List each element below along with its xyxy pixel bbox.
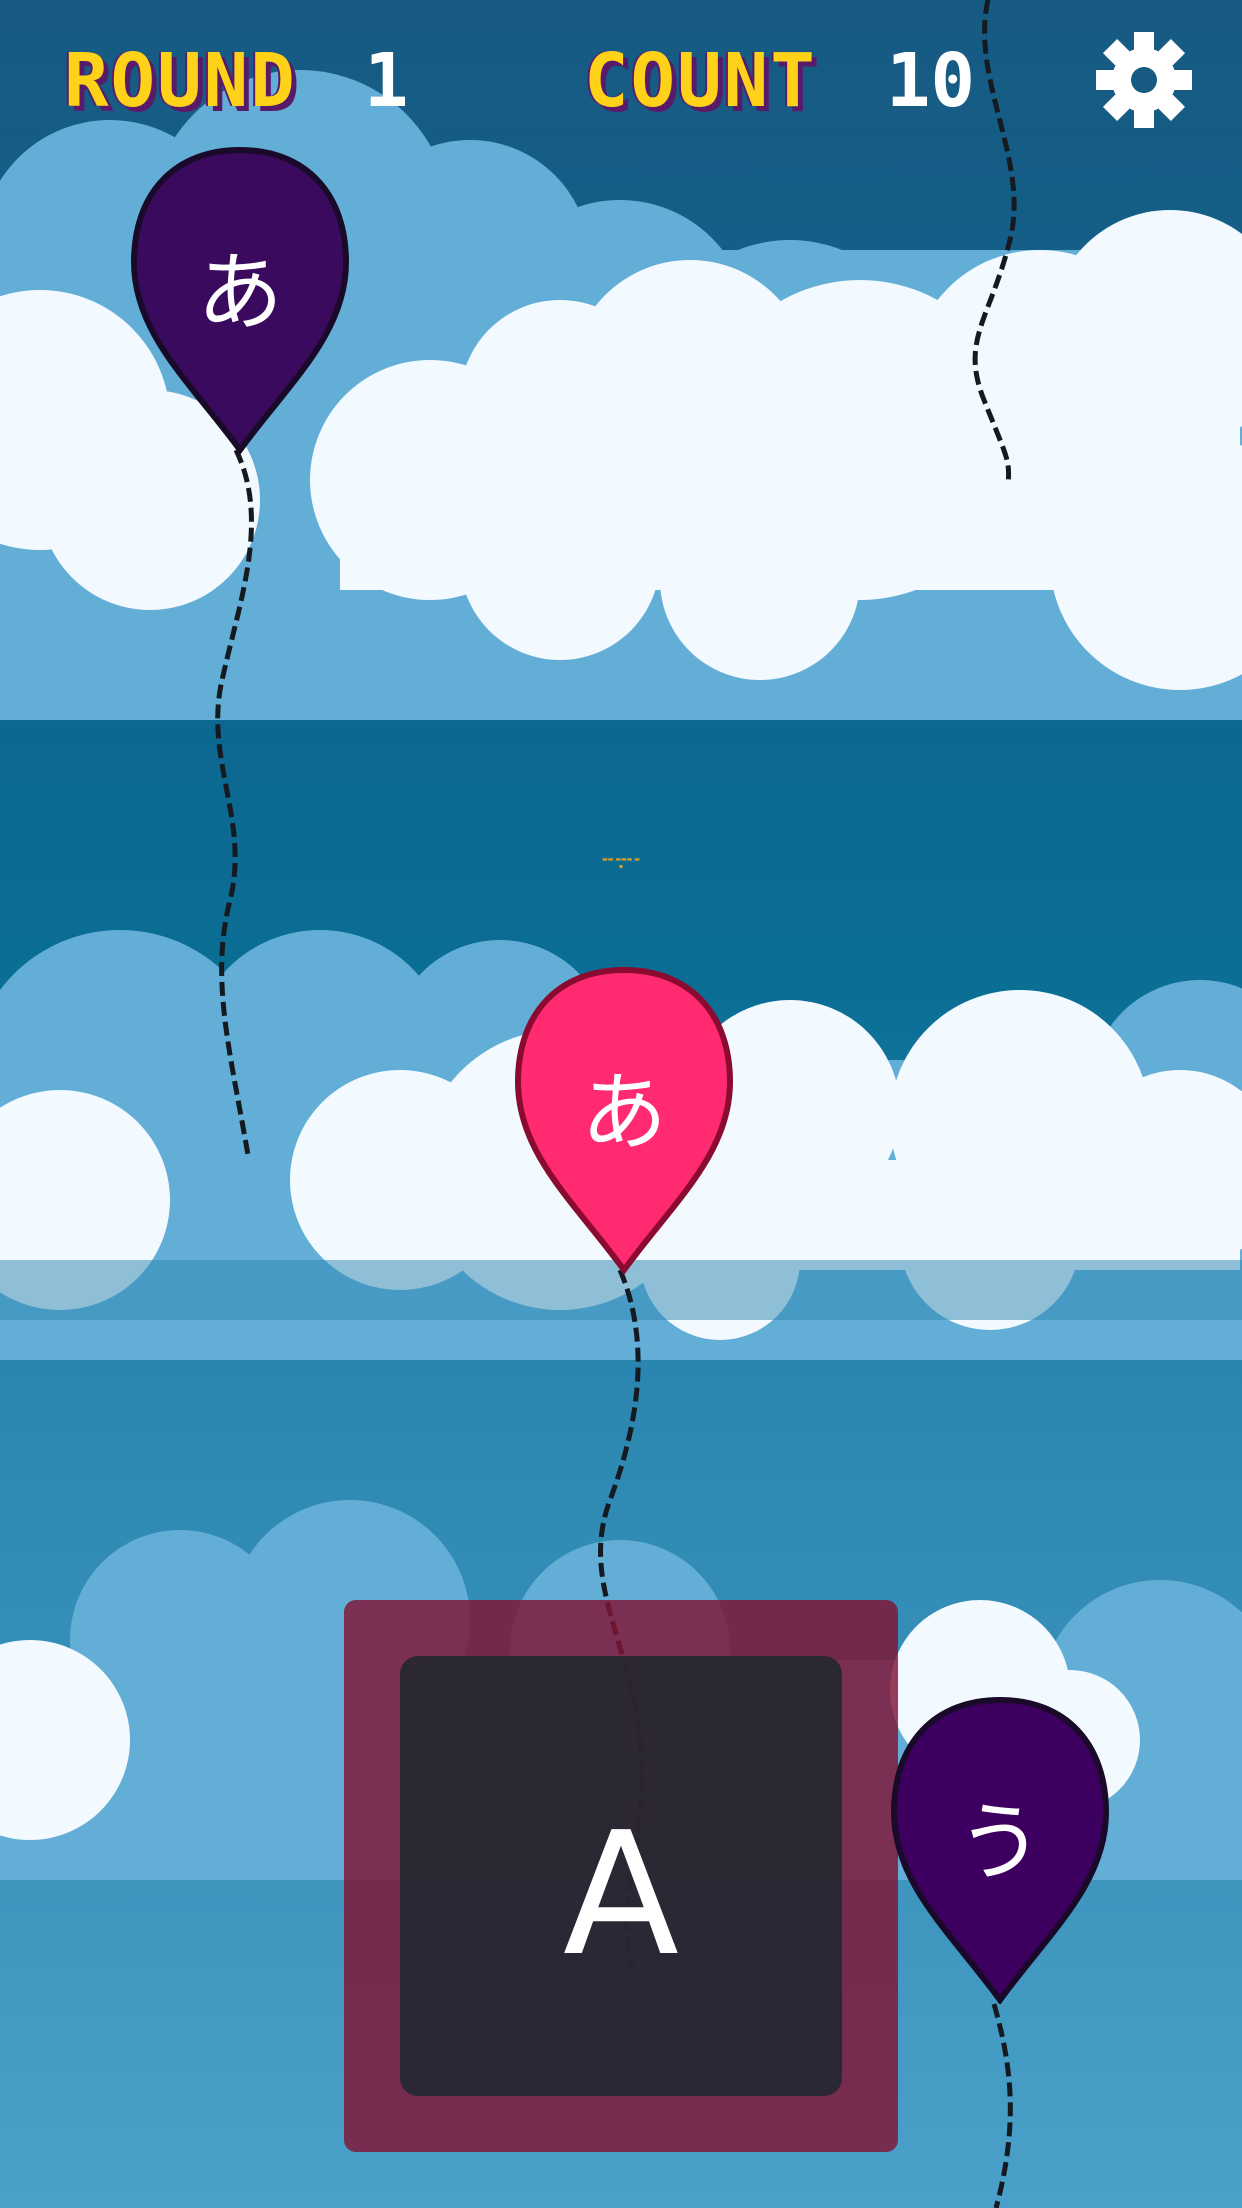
answer-button[interactable]: A [344, 1600, 898, 2152]
balloon-glyph: あ [197, 243, 283, 343]
answer-panel: A [400, 1656, 842, 2096]
count-label: COUNT [584, 38, 817, 124]
balloon-purple-bottom[interactable]: う [888, 1694, 1112, 2006]
tiny-text-marker: ▬▬ ▬▬▬ ▬ ▪ [602, 856, 640, 870]
gear-icon[interactable] [1094, 30, 1194, 130]
round-label: ROUND [64, 38, 297, 124]
balloon-pink-center[interactable]: あ [512, 964, 736, 1276]
balloon-glyph: あ [581, 1063, 667, 1163]
balloon-glyph: う [957, 1793, 1043, 1893]
balloon-purple-top[interactable]: あ [128, 144, 352, 456]
answer-letter: A [562, 1796, 680, 1994]
count-value: 10 [886, 38, 976, 124]
round-value: 1 [364, 38, 409, 124]
